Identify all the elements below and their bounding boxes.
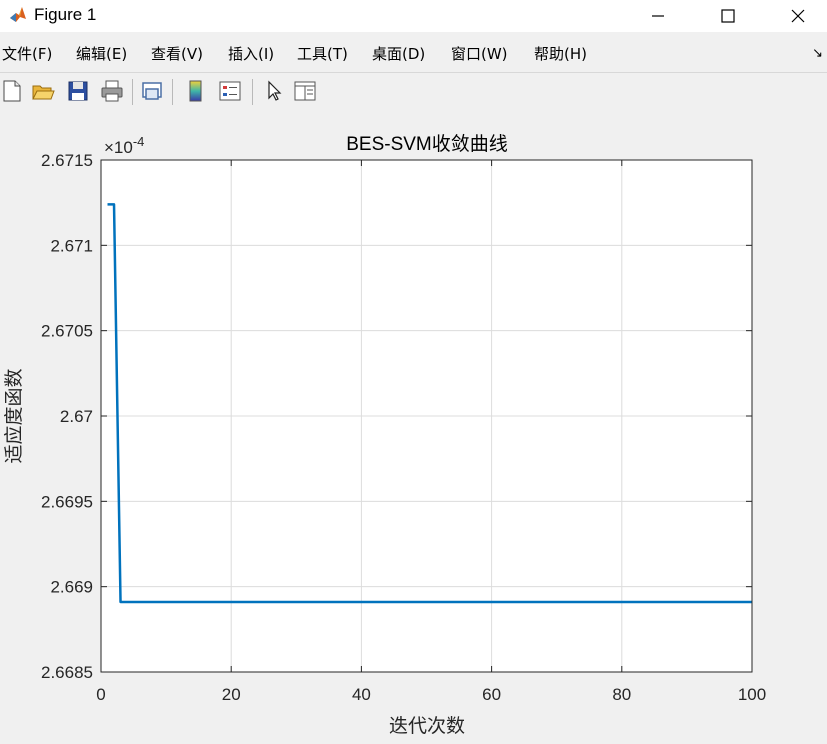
insert-colorbar-button[interactable] — [184, 79, 208, 103]
maximize-icon — [721, 9, 735, 23]
save-button[interactable] — [66, 79, 90, 103]
new-figure-icon — [3, 80, 21, 102]
convergence-chart[interactable]: 0 20 40 60 80 100 2.6685 2.669 2.6695 2.67 2.6705 2… — [0, 111, 827, 740]
print-button[interactable] — [100, 79, 124, 103]
menu-insert[interactable]: 插入(I) — [228, 43, 274, 64]
property-inspector-button[interactable] — [293, 79, 317, 103]
menu-window[interactable]: 窗口(W) — [451, 43, 508, 64]
y-exponent-base: ×10 — [104, 138, 133, 157]
y-tick-label: 2.669 — [50, 578, 93, 597]
save-icon — [68, 81, 88, 101]
toolbar-separator — [252, 79, 253, 105]
new-figure-button[interactable] — [0, 79, 24, 103]
property-inspector-icon — [294, 81, 316, 101]
window-title: Figure 1 — [34, 5, 97, 24]
insert-legend-icon — [219, 81, 241, 101]
x-tick-label: 80 — [612, 685, 631, 704]
open-file-icon — [32, 85, 55, 100]
chart-title: BES-SVM收敛曲线 — [346, 133, 508, 155]
y-exponent-label: ×10-4 — [104, 134, 144, 157]
dock-arrow-icon[interactable]: ↘ — [812, 46, 823, 61]
menu-view[interactable]: 查看(V) — [151, 43, 203, 64]
maximize-button[interactable] — [705, 0, 751, 32]
x-tick-label: 0 — [96, 685, 105, 704]
y-axis-label: 适应度函数 — [3, 368, 25, 463]
link-plot-button[interactable] — [140, 79, 164, 103]
close-icon — [791, 9, 805, 23]
x-tick-label: 20 — [222, 685, 241, 704]
y-tick-label: 2.6695 — [41, 492, 93, 511]
link-plot-icon — [142, 82, 162, 100]
y-tick-label: 2.6715 — [41, 151, 93, 170]
print-icon — [101, 80, 123, 102]
figure-canvas: 0 20 40 60 80 100 2.6685 2.669 2.6695 2.67 2.6705 2… — [0, 111, 827, 740]
menu-desktop[interactable]: 桌面(D) — [372, 43, 425, 64]
menu-file[interactable]: 文件(F) — [2, 43, 52, 64]
window-title-bar: Figure 1 — [0, 0, 827, 32]
matlab-logo-icon — [8, 5, 28, 25]
close-button[interactable] — [775, 0, 821, 32]
x-axis-label: 迭代次数 — [389, 715, 465, 737]
menu-edit[interactable]: 编辑(E) — [76, 43, 127, 64]
x-tick-label: 60 — [482, 685, 501, 704]
toolbar-separator — [172, 79, 173, 105]
insert-colorbar-icon — [189, 80, 202, 102]
y-tick-label: 2.67 — [60, 407, 93, 426]
menu-bar: 文件(F) 编辑(E) 查看(V) 插入(I) 工具(T) 桌面(D) 窗口(W… — [0, 38, 827, 68]
menu-help[interactable]: 帮助(H) — [534, 43, 587, 64]
menu-tools[interactable]: 工具(T) — [297, 43, 348, 64]
toolbar-separator — [132, 79, 133, 105]
x-tick-label: 40 — [352, 685, 371, 704]
minimize-button[interactable] — [635, 0, 681, 32]
y-tick-label: 2.6685 — [41, 663, 93, 682]
y-tick-label: 2.671 — [50, 236, 93, 255]
y-tick-label: 2.6705 — [41, 322, 93, 341]
x-tick-label: 100 — [738, 685, 766, 704]
figure-toolbar — [0, 72, 827, 112]
open-file-button[interactable] — [31, 79, 55, 103]
minimize-icon — [652, 15, 664, 17]
edit-plot-button[interactable] — [262, 79, 286, 103]
insert-legend-button[interactable] — [218, 79, 242, 103]
y-exponent-power: -4 — [133, 134, 145, 149]
edit-plot-pointer-icon — [268, 80, 282, 101]
